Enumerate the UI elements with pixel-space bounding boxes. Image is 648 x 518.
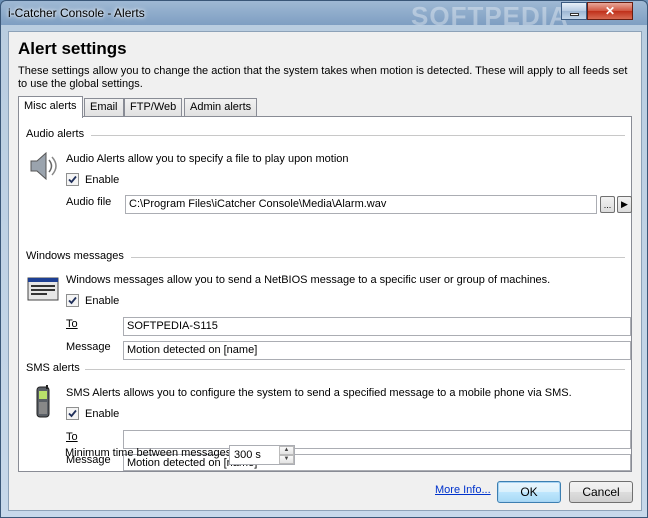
minimize-button[interactable] bbox=[561, 2, 587, 20]
sms-to-label: To bbox=[66, 431, 78, 443]
tab-email[interactable]: Email bbox=[84, 98, 124, 117]
min-time-spin-buttons[interactable]: ▲ ▼ bbox=[279, 446, 294, 464]
audio-file-input[interactable]: C:\Program Files\iCatcher Console\Media\… bbox=[125, 195, 597, 214]
play-button[interactable]: ▶ bbox=[617, 196, 632, 213]
windows-messages-section-divider bbox=[131, 257, 625, 258]
audio-section-divider bbox=[91, 135, 625, 136]
cancel-button[interactable]: Cancel bbox=[569, 481, 633, 503]
sms-section-divider bbox=[85, 369, 625, 370]
windows-messages-to-label: To bbox=[66, 318, 78, 330]
tab-admin-alerts[interactable]: Admin alerts bbox=[184, 98, 258, 117]
close-button[interactable]: ✕ bbox=[587, 2, 633, 20]
audio-section-label: Audio alerts bbox=[26, 128, 85, 140]
min-time-label: Minimum time between messages bbox=[65, 447, 232, 459]
audio-enable-row[interactable]: Enable bbox=[66, 173, 119, 186]
tab-ftp-web[interactable]: FTP/Web bbox=[124, 98, 183, 117]
more-info-link[interactable]: More Info... bbox=[435, 484, 491, 496]
windows-messages-enable-row[interactable]: Enable bbox=[66, 294, 119, 307]
windows-messages-message-label: Message bbox=[66, 341, 111, 353]
title-bar[interactable]: i-Catcher Console - Alerts SOFTPEDIA ✕ bbox=[1, 1, 647, 31]
mobile-phone-icon bbox=[35, 385, 51, 422]
alerts-window: i-Catcher Console - Alerts SOFTPEDIA ✕ A… bbox=[0, 0, 648, 518]
audio-enable-label: Enable bbox=[85, 173, 120, 186]
spin-up-icon[interactable]: ▲ bbox=[279, 446, 294, 455]
window-title: i-Catcher Console - Alerts bbox=[8, 6, 145, 20]
windows-messages-description: Windows messages allow you to send a Net… bbox=[66, 274, 551, 286]
audio-file-label: Audio file bbox=[66, 196, 112, 208]
sms-enable-row[interactable]: Enable bbox=[66, 407, 119, 420]
close-icon: ✕ bbox=[604, 4, 616, 18]
minimize-icon bbox=[569, 12, 579, 16]
audio-enable-checkbox[interactable] bbox=[66, 173, 79, 186]
checkmark-icon bbox=[68, 409, 77, 418]
tab-misc-alerts[interactable]: Misc alerts bbox=[18, 96, 83, 118]
sms-section-label: SMS alerts bbox=[26, 362, 80, 374]
page-description: These settings allow you to change the a… bbox=[18, 65, 628, 90]
ok-button[interactable]: OK bbox=[497, 481, 561, 503]
browse-button[interactable]: ... bbox=[600, 196, 615, 213]
audio-description: Audio Alerts allow you to specify a file… bbox=[66, 153, 349, 165]
watermark: SOFTPEDIA bbox=[411, 1, 569, 31]
speaker-icon bbox=[27, 150, 57, 185]
spin-down-icon[interactable]: ▼ bbox=[279, 455, 294, 464]
windows-messages-enable-checkbox[interactable] bbox=[66, 294, 79, 307]
play-icon: ▶ bbox=[621, 199, 628, 209]
windows-messages-to-input[interactable]: SOFTPEDIA-S115 bbox=[123, 317, 631, 336]
sms-enable-label: Enable bbox=[85, 407, 120, 420]
checkmark-icon bbox=[68, 296, 77, 305]
min-time-spinner[interactable]: 300 s ▲ ▼ bbox=[229, 445, 295, 465]
network-message-icon bbox=[27, 277, 59, 304]
windows-messages-section-label: Windows messages bbox=[26, 250, 124, 262]
dialog-client: Alert settings These settings allow you … bbox=[8, 31, 642, 511]
checkmark-icon bbox=[68, 175, 77, 184]
windows-messages-message-input[interactable]: Motion detected on [name] bbox=[123, 341, 631, 360]
page-title: Alert settings bbox=[18, 39, 127, 58]
misc-alerts-panel: Audio alerts Audio Alerts allow you to s… bbox=[18, 116, 632, 472]
windows-messages-enable-label: Enable bbox=[85, 294, 120, 307]
sms-description: SMS Alerts allows you to configure the s… bbox=[66, 387, 572, 399]
min-time-value[interactable]: 300 s bbox=[234, 449, 261, 461]
sms-enable-checkbox[interactable] bbox=[66, 407, 79, 420]
